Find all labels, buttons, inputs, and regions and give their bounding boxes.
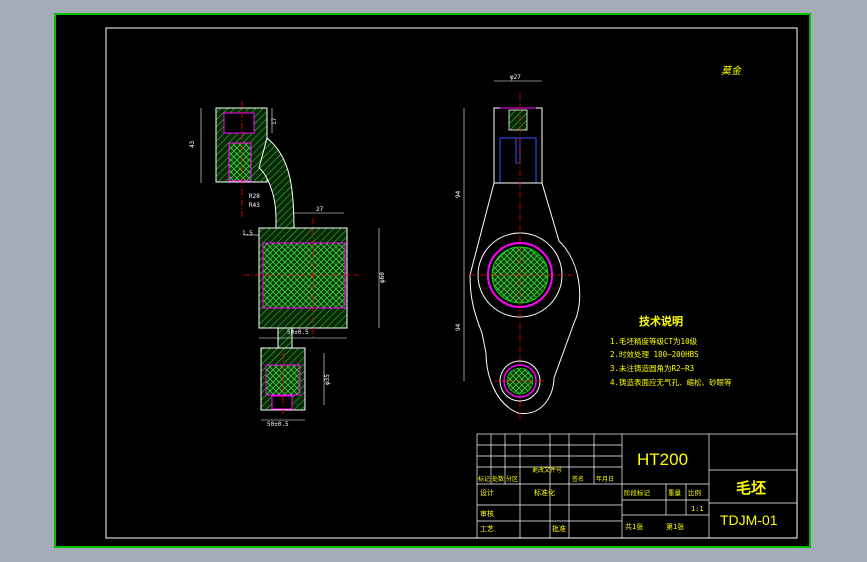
rev-h-sign: 签名	[572, 475, 584, 483]
tech-notes-title: 技术说明	[639, 314, 683, 328]
top-insert	[228, 142, 252, 182]
stage-h-mark: 阶段标记	[624, 488, 651, 497]
drawing-no-text: TDJM-01	[720, 512, 778, 528]
rev-h-mark: 标记	[478, 475, 490, 483]
dim-r43: R43	[249, 202, 260, 209]
rev-h-file: 更改文件号	[532, 466, 562, 474]
front-top-bore	[508, 109, 528, 131]
dim-phi27: φ27	[510, 74, 521, 81]
dim-r28: R28	[249, 193, 260, 200]
tech-note-2: 2.时效处理 180—200HBS	[610, 349, 699, 359]
dim-43: 43	[189, 140, 196, 148]
section-view: 43 17 R28 R43 27 1.5 φ60 50±0.5 φ35 50±0…	[189, 101, 386, 428]
dim-phi35: φ35	[324, 374, 331, 385]
front-hidden-lines	[499, 137, 537, 183]
row-review: 审核	[480, 509, 494, 518]
sheet-no: 第1张	[666, 522, 684, 531]
tech-note-3: 3.未注铸造圆角为R2—R3	[610, 363, 694, 373]
dim-50b: 50±0.5	[267, 421, 289, 428]
tech-note-1: 1.毛坯精度等级CT为10级	[610, 336, 698, 346]
dim-94b: 94	[455, 323, 462, 331]
part-name-text: 毛坯	[736, 479, 766, 497]
row-std: 标准化	[534, 488, 555, 497]
front-view: φ27 94 94	[455, 74, 581, 421]
tech-notes: 技术说明 1.毛坯精度等级CT为10级 2.时效处理 180—200HBS 3.…	[610, 314, 732, 387]
rev-h-zone: 分区	[506, 475, 518, 483]
sheets-total: 共1张	[625, 522, 643, 531]
center-insert	[262, 242, 346, 309]
top-bore	[223, 112, 255, 134]
title-block-text: HT200 毛坯 TDJM-01 标记 处数 分区 更改文件号 签名 年月日 设…	[478, 450, 778, 533]
bottom-bore	[271, 395, 293, 410]
stage-h-scale: 比例	[688, 488, 701, 497]
rev-h-date: 年月日	[596, 475, 614, 483]
dim-phi60: φ60	[379, 272, 386, 283]
dim-27: 27	[316, 206, 324, 213]
scale-value: 1:1	[691, 505, 704, 513]
curved-arm	[258, 137, 295, 239]
dim-50: 50±0.5	[287, 329, 309, 336]
row-approve: 批准	[552, 524, 566, 533]
signature-text: 莫金	[721, 65, 743, 77]
tech-note-4: 4.铸造表面应无气孔、缩松、砂眼等	[610, 377, 732, 387]
row-design: 设计	[480, 488, 494, 497]
rev-h-count: 处数	[492, 475, 504, 483]
dim-1-5: 1.5	[242, 230, 253, 237]
row-process: 工艺	[480, 525, 494, 533]
outer-frame	[54, 13, 811, 548]
dim-94: 94	[455, 190, 462, 198]
material-text: HT200	[637, 450, 688, 469]
dim-17: 17	[271, 117, 278, 125]
inner-frame	[105, 27, 798, 539]
drawing-sheet: 莫金 43 17 R28 R43 27 1.5 φ60 50±0.5 φ35 5…	[54, 13, 811, 548]
stage-h-weight: 重量	[668, 489, 682, 497]
cad-drawing: 莫金 43 17 R28 R43 27 1.5 φ60 50±0.5 φ35 5…	[54, 13, 811, 548]
